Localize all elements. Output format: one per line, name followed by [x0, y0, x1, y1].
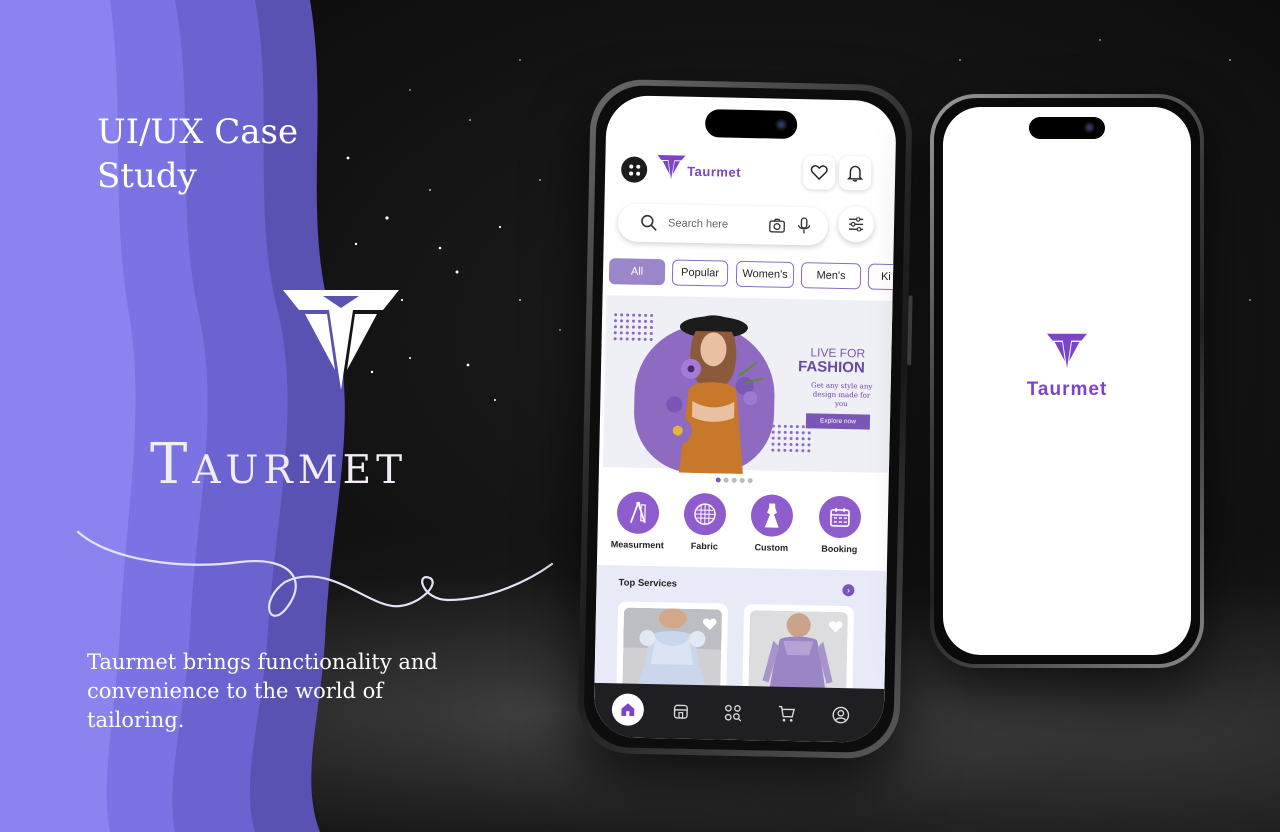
brand-wordmark: Taurmet [150, 432, 408, 497]
home-icon[interactable] [611, 693, 645, 726]
chip-womens[interactable]: Women's [735, 260, 795, 288]
dynamic-island [1029, 117, 1105, 139]
favorite-heart-icon[interactable] [828, 620, 844, 634]
categories-icon[interactable] [718, 697, 749, 728]
bell-icon[interactable] [838, 155, 872, 191]
dynamic-island [704, 109, 798, 140]
pager-dot[interactable] [715, 477, 721, 483]
app-logo-icon [657, 155, 686, 180]
dress-icon [750, 494, 794, 538]
pager-dot[interactable] [723, 477, 729, 483]
chip-all[interactable]: All [608, 258, 666, 286]
category-label: Fabric [690, 540, 718, 552]
category-booking[interactable]: Booking [803, 495, 876, 554]
chevron-right-icon[interactable]: › [842, 584, 855, 597]
calendar-icon [818, 495, 862, 539]
phone-bezel: Taurmet [934, 98, 1200, 664]
promo-banner[interactable]: LIVE FOR FASHION Get any style any desig… [602, 295, 897, 475]
fabric-icon [683, 492, 727, 536]
pager-dot[interactable] [739, 477, 745, 484]
search-bar[interactable]: Search here [617, 203, 829, 246]
phone-mockup-splash: Taurmet [930, 94, 1204, 668]
search-icon [641, 214, 657, 231]
profile-icon[interactable] [826, 700, 857, 731]
taurmet-logo-icon [283, 290, 399, 390]
pager-dot[interactable] [747, 478, 753, 484]
decorative-swirl [76, 530, 554, 617]
dot-pattern [613, 313, 654, 342]
model-illustration [663, 315, 764, 474]
app-header: Taurmet [620, 151, 882, 192]
side-button [907, 295, 913, 366]
chip-mens[interactable]: Men's [800, 262, 862, 290]
bottom-tab-bar [593, 682, 885, 743]
phone-mockup-home: Taurmet Search here All Popular Women's … [576, 78, 914, 760]
splash-logo-icon [1047, 333, 1087, 369]
tagline: Taurmet brings functionality and conveni… [87, 650, 438, 732]
sliders-icon[interactable] [837, 205, 875, 243]
banner-headline-bold: FASHION [797, 358, 865, 377]
category-measurement[interactable]: Measurment [601, 491, 674, 550]
explore-now-button[interactable]: Explore now [805, 413, 871, 430]
cart-icon[interactable] [772, 699, 803, 730]
chip-kids[interactable]: Ki [867, 263, 897, 291]
ruler-compass-icon [616, 491, 660, 535]
category-label: Measurment [610, 539, 664, 551]
chip-popular[interactable]: Popular [671, 259, 729, 287]
heart-icon[interactable] [802, 155, 836, 190]
banner-subtitle: Get any style any design made for you [811, 381, 873, 409]
app-screen-splash: Taurmet [943, 107, 1191, 655]
section-title: Top Services [618, 577, 678, 590]
store-icon[interactable] [666, 696, 697, 727]
menu-grid-icon[interactable] [620, 156, 648, 183]
app-screen-home: Taurmet Search here All Popular Women's … [593, 95, 897, 743]
category-label: Custom [754, 542, 789, 553]
microphone-icon[interactable] [796, 217, 812, 235]
camera-icon[interactable] [768, 216, 786, 234]
search-input[interactable]: Search here [668, 217, 728, 230]
phone-bezel: Taurmet Search here All Popular Women's … [583, 84, 907, 754]
filter-chips: All Popular Women's Men's Ki [608, 258, 897, 293]
splash-logo-text: Taurmet [1026, 379, 1108, 400]
category-label: Booking [821, 543, 858, 555]
category-fabric[interactable]: Fabric [668, 492, 741, 551]
dot-pattern [771, 424, 811, 453]
carousel-pager[interactable] [715, 477, 753, 484]
category-row: Measurment Fabric Custom Booking [597, 491, 897, 567]
category-custom[interactable]: Custom [735, 494, 808, 553]
favorite-heart-icon[interactable] [702, 617, 718, 631]
app-logo-text: Taurmet [687, 163, 742, 180]
case-study-title: UI/UX Case Study [97, 112, 299, 196]
pager-dot[interactable] [731, 477, 737, 483]
